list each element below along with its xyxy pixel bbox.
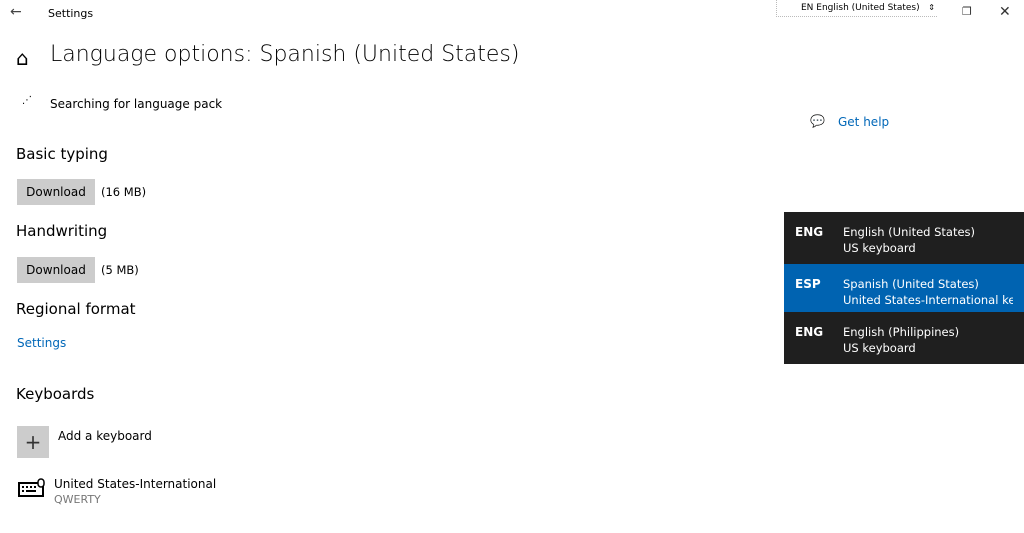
help-chat-icon: 💬 — [810, 114, 825, 128]
home-icon[interactable]: ⌂ — [16, 46, 29, 70]
download-handwriting-button[interactable]: Download — [17, 257, 95, 283]
flyout-item-esp-us[interactable]: ESP Spanish (United States) United State… — [784, 264, 1024, 312]
add-keyboard-button[interactable]: + — [17, 426, 49, 458]
add-keyboard-label[interactable]: Add a keyboard — [58, 429, 152, 443]
download-basic-typing-button[interactable]: Download — [17, 179, 95, 205]
get-help-link[interactable]: Get help — [838, 115, 889, 129]
keyboard-item-layout: QWERTY — [54, 493, 101, 506]
handwriting-size: (5 MB) — [101, 263, 139, 277]
keyboard-item-name[interactable]: United States-International — [54, 477, 216, 491]
flyout-item-eng-us[interactable]: ENG English (United States) US keyboard — [784, 212, 1024, 260]
basic-typing-size: (16 MB) — [101, 185, 147, 199]
back-arrow-icon[interactable]: ← — [10, 4, 22, 20]
close-icon[interactable]: ✕ — [999, 4, 1011, 20]
handwriting-heading: Handwriting — [16, 222, 108, 240]
searching-status: Searching for language pack — [50, 97, 223, 111]
keyboard-icon — [18, 478, 45, 497]
updown-icon: ⇕ — [928, 3, 935, 12]
input-language-indicator[interactable]: EN English (United States) ⇕ — [776, 0, 937, 17]
regional-format-heading: Regional format — [16, 300, 136, 318]
regional-settings-link[interactable]: Settings — [17, 336, 66, 350]
spinner-icon: ⋰ — [22, 95, 32, 106]
flyout-item-eng-ph[interactable]: ENG English (Philippines) US keyboard — [784, 312, 1024, 360]
plus-icon: + — [24, 430, 42, 454]
page-title: Language options: Spanish (United States… — [50, 42, 520, 67]
restore-icon[interactable]: ❐ — [962, 5, 972, 18]
basic-typing-heading: Basic typing — [16, 145, 108, 163]
window-title: Settings — [48, 7, 94, 20]
keyboards-heading: Keyboards — [16, 385, 95, 403]
input-switcher-flyout: ENG English (United States) US keyboard … — [784, 212, 1024, 364]
